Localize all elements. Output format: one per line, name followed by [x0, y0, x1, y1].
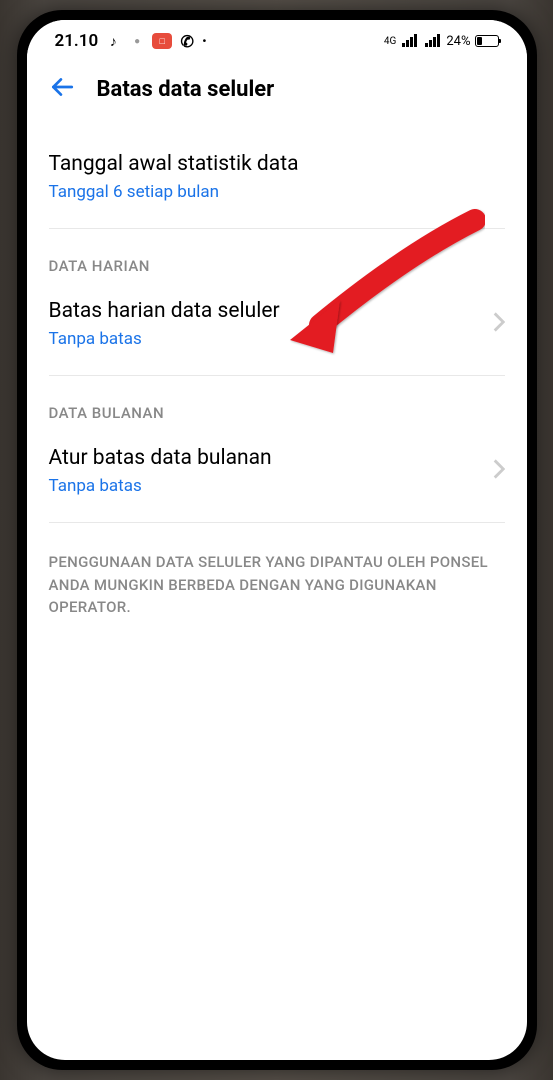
divider [49, 522, 505, 523]
back-arrow-icon [49, 74, 75, 100]
signal-type-label: 4G [384, 36, 396, 47]
status-time: 21.10 [55, 31, 99, 51]
monthly-limit-title: Atur batas data bulanan [49, 446, 505, 470]
notification-badge-icon: □ [152, 33, 172, 49]
battery-percent-label: 24% [446, 34, 470, 49]
daily-limit-subtitle: Tanpa batas [49, 329, 505, 349]
page-title: Batas data seluler [97, 77, 275, 102]
status-dot-icon: ● [128, 32, 146, 50]
chevron-right-icon [493, 312, 505, 336]
tiktok-icon: ♪ [104, 32, 122, 50]
signal-bars-icon-2 [425, 35, 440, 47]
stats-start-subtitle: Tanggal 6 setiap bulan [49, 182, 505, 202]
content-area: Tanggal awal statistik data Tanggal 6 se… [27, 124, 527, 639]
screen: 21.10 ♪ ● □ ✆ • 4G 24% [27, 20, 527, 1060]
monthly-data-limit-item[interactable]: Atur batas data bulanan Tanpa batas [49, 428, 505, 514]
monthly-section-header: DATA BULANAN [49, 384, 505, 428]
daily-data-limit-item[interactable]: Batas harian data seluler Tanpa batas [49, 281, 505, 367]
back-button[interactable] [49, 74, 75, 104]
battery-icon [475, 35, 499, 47]
divider [49, 375, 505, 376]
stats-start-date-item[interactable]: Tanggal awal statistik data Tanggal 6 se… [49, 124, 505, 220]
phone-frame: 21.10 ♪ ● □ ✆ • 4G 24% [17, 10, 537, 1070]
status-bar-right: 4G 24% [384, 34, 499, 49]
status-bar: 21.10 ♪ ● □ ✆ • 4G 24% [27, 20, 527, 58]
disclaimer-text: PENGGUNAAN DATA SELULER YANG DIPANTAU OL… [49, 531, 505, 639]
phone-icon: ✆ [178, 32, 196, 50]
signal-bars-icon-1 [402, 35, 417, 47]
monthly-limit-subtitle: Tanpa batas [49, 476, 505, 496]
daily-section-header: DATA HARIAN [49, 237, 505, 281]
status-more-icon: • [202, 34, 206, 48]
divider [49, 228, 505, 229]
app-header: Batas data seluler [27, 58, 527, 124]
chevron-right-icon [493, 459, 505, 483]
stats-start-title: Tanggal awal statistik data [49, 152, 505, 176]
daily-limit-title: Batas harian data seluler [49, 299, 505, 323]
status-bar-left: 21.10 ♪ ● □ ✆ • [55, 31, 207, 51]
